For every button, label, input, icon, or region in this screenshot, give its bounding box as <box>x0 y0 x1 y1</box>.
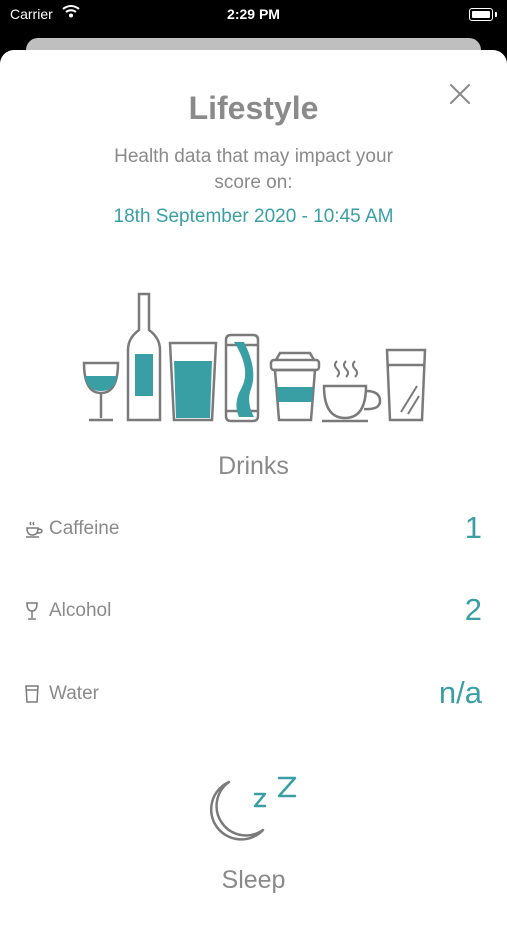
battery-icon <box>469 8 497 21</box>
coffee-cup-icon <box>322 360 382 423</box>
wine-glass-icon <box>82 361 120 422</box>
water-glass-icon <box>385 348 427 422</box>
page-title: Lifestyle <box>188 90 319 126</box>
caffeine-value: 1 <box>464 510 482 545</box>
caffeine-row[interactable]: Caffeine 1 <box>25 510 482 550</box>
drinks-illustration <box>78 290 430 430</box>
sleep-heading: Sleep <box>221 866 286 894</box>
moon-zzz-icon <box>205 772 305 849</box>
alcohol-label: Alcohol <box>49 600 112 621</box>
caffeine-label: Caffeine <box>49 518 120 539</box>
status-time: 2:29 PM <box>227 6 280 22</box>
page-subtitle: Health data that may impact your score o… <box>114 146 393 193</box>
water-label: Water <box>49 683 99 704</box>
water-row[interactable]: Water n/a <box>25 675 482 715</box>
wine-glass-icon <box>25 602 39 625</box>
drinks-heading: Drinks <box>218 452 289 480</box>
score-date: 18th September 2020 - 10:45 AM <box>113 206 394 227</box>
alcohol-row[interactable]: Alcohol 2 <box>25 592 482 632</box>
takeaway-cup-icon <box>269 351 321 422</box>
water-value: n/a <box>438 675 482 710</box>
coffee-cup-icon <box>25 520 43 543</box>
water-glass-icon <box>25 685 39 708</box>
status-bar: Carrier 2:29 PM <box>0 0 507 32</box>
alcohol-value: 2 <box>464 592 482 627</box>
